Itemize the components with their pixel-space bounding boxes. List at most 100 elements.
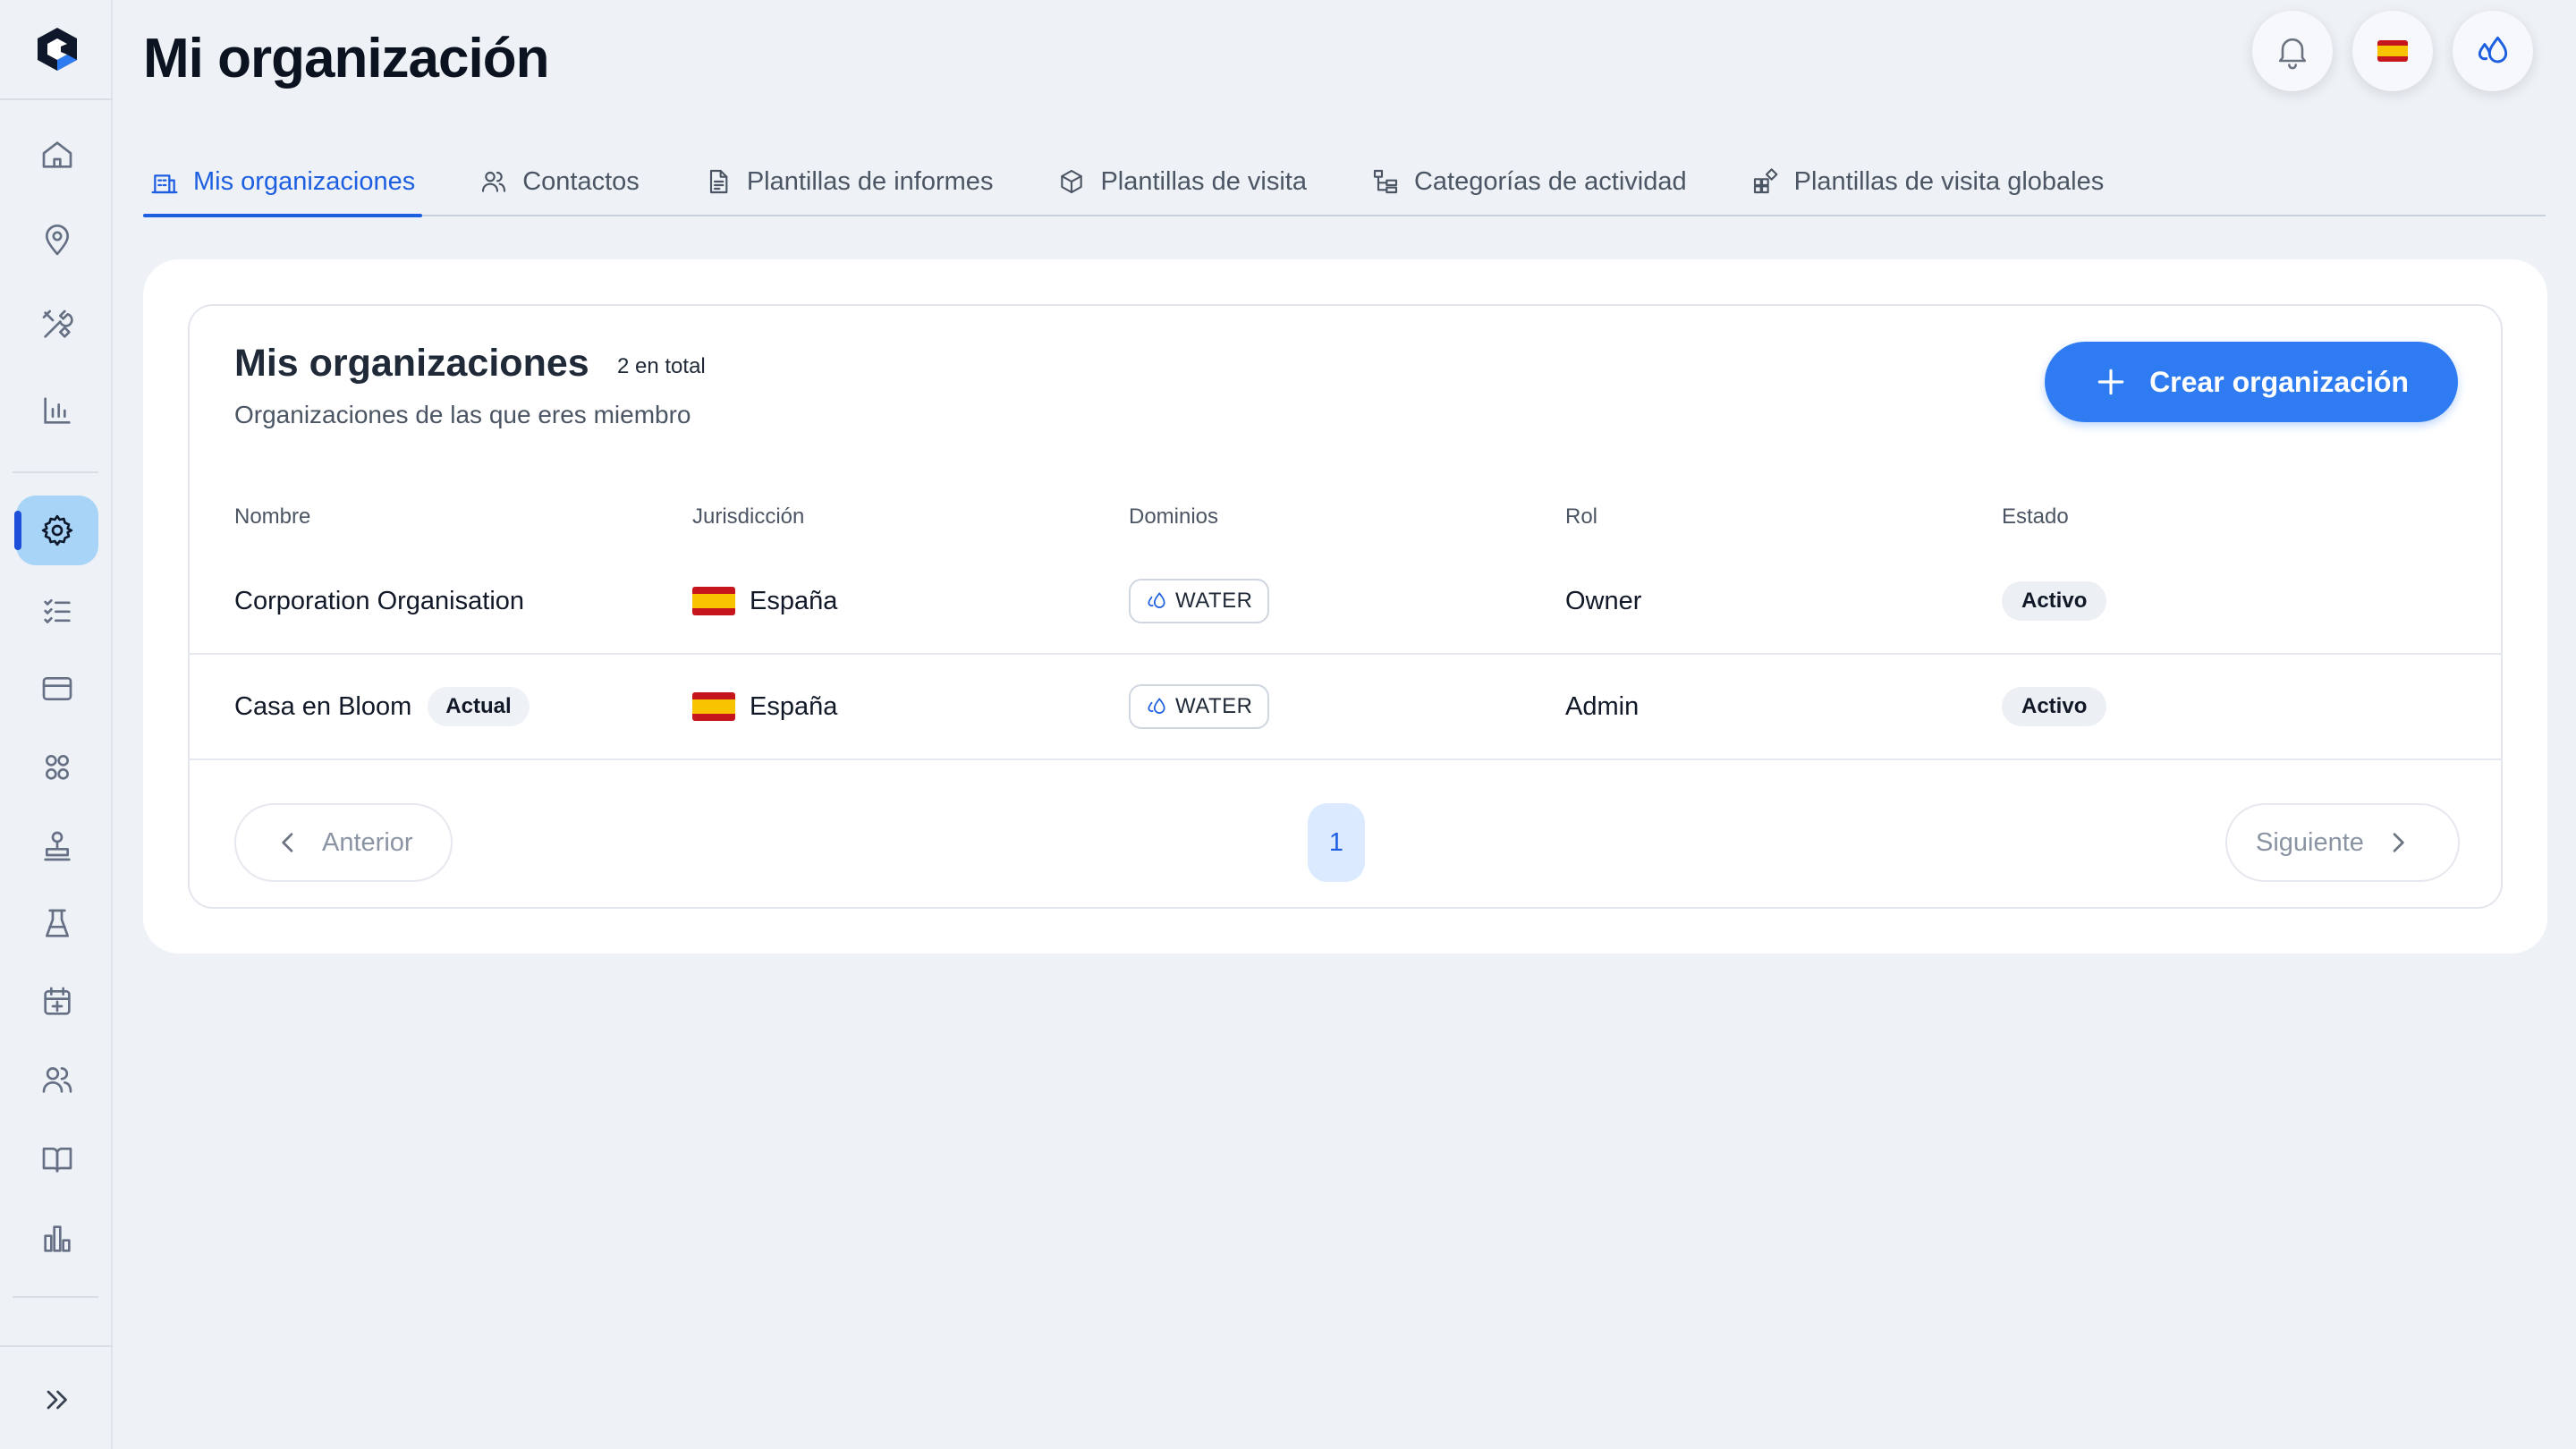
- sidebar-item-home[interactable]: [16, 120, 98, 190]
- sidebar-item-users[interactable]: [16, 1045, 98, 1114]
- column-header-estado: Estado: [2002, 504, 2069, 529]
- jurisdiction-cell: España: [692, 655, 837, 758]
- map-pin-icon: [46, 225, 69, 256]
- status-badge: Activo: [2002, 581, 2107, 621]
- sidebar-item-settings[interactable]: [14, 496, 98, 565]
- previous-page-button[interactable]: Anterior: [234, 803, 453, 882]
- domain-label: WATER: [1175, 589, 1253, 613]
- sidebar-item-groups[interactable]: [16, 732, 98, 801]
- tab-plantillas-de-visita[interactable]: Plantillas de visita: [1050, 148, 1314, 215]
- tab-label: Plantillas de informes: [746, 166, 994, 196]
- sidebar-item-lab[interactable]: [16, 889, 98, 959]
- sidebar-divider: [13, 471, 98, 473]
- domain-cell: WATER: [1129, 655, 1269, 758]
- app-logo[interactable]: [34, 25, 80, 73]
- document-icon: [709, 169, 728, 194]
- building-icon: [151, 174, 178, 194]
- box-icon: [1061, 169, 1083, 194]
- flask-icon: [46, 909, 69, 937]
- domain-chip: WATER: [1129, 579, 1269, 623]
- sidebar-item-reports[interactable]: [16, 1204, 98, 1274]
- users-icon: [42, 1067, 72, 1093]
- notifications-button[interactable]: [2252, 11, 2333, 91]
- bell-icon: [2278, 38, 2307, 70]
- status-badge: Activo: [2002, 687, 2107, 726]
- tab-bar: Mis organizaciones Contactos Plantillas …: [143, 148, 2546, 217]
- page-title: Mi organización: [143, 28, 549, 89]
- organization-name: Corporation Organisation: [234, 586, 525, 615]
- tab-label: Plantillas de visita: [1100, 166, 1307, 196]
- spain-flag-icon: [2377, 40, 2408, 62]
- role-label: Owner: [1565, 586, 1642, 615]
- plus-icon: [2097, 369, 2124, 395]
- status-cell: Activo: [2002, 549, 2107, 653]
- column-header-dominios: Dominios: [1129, 504, 1219, 529]
- domain-cell: WATER: [1129, 549, 1269, 653]
- team-icon: [46, 755, 69, 780]
- spain-flag-icon: [692, 692, 735, 721]
- page-number-button[interactable]: 1: [1308, 803, 1365, 882]
- card-title: Mis organizaciones: [234, 342, 589, 385]
- home-icon: [42, 141, 72, 168]
- domain-chip: WATER: [1129, 684, 1269, 729]
- previous-page-label: Anterior: [322, 827, 413, 857]
- sidebar-item-tools[interactable]: [16, 290, 98, 360]
- domain-label: WATER: [1175, 694, 1253, 718]
- chevron-left-icon: [282, 833, 293, 852]
- create-organization-label: Crear organización: [2149, 365, 2409, 398]
- jurisdiction-name: España: [750, 691, 838, 721]
- card-subtitle: Organizaciones de las que eres miembro: [234, 401, 691, 428]
- chevron-right-icon: [2393, 833, 2404, 852]
- next-page-label: Siguiente: [2256, 827, 2364, 857]
- organizations-card: Mis organizaciones 2 en total Organizaci…: [188, 304, 2503, 909]
- sidebar-item-tasks[interactable]: [16, 576, 98, 646]
- water-drops-icon: [1148, 698, 1165, 714]
- tab-plantillas-de-informes[interactable]: Plantillas de informes: [697, 148, 1001, 215]
- language-button[interactable]: [2352, 11, 2433, 91]
- column-header-jurisdiccion: Jurisdicción: [692, 504, 805, 529]
- jurisdiction-cell: España: [692, 549, 837, 653]
- gear-icon: [41, 514, 73, 547]
- content-panel: Mis organizaciones 2 en total Organizaci…: [143, 259, 2547, 953]
- tab-label: Contactos: [522, 166, 640, 196]
- table-row[interactable]: Corporation Organisation España WATER Ow…: [190, 549, 2501, 655]
- sidebar: [0, 0, 113, 1449]
- role-cell: Admin: [1565, 655, 1639, 758]
- sidebar-item-billing[interactable]: [16, 654, 98, 724]
- status-cell: Activo: [2002, 655, 2107, 758]
- sidebar-divider: [0, 98, 113, 100]
- role-label: Admin: [1565, 691, 1640, 721]
- sidebar-divider: [13, 1296, 98, 1298]
- water-drops-icon: [2478, 36, 2508, 64]
- sidebar-item-docs[interactable]: [16, 1124, 98, 1194]
- sidebar-item-calendar[interactable]: [16, 967, 98, 1037]
- organization-name-cell: Casa en Bloom Actual: [234, 655, 530, 758]
- next-page-button[interactable]: Siguiente: [2225, 803, 2460, 882]
- widgets-icon: [1753, 168, 1778, 194]
- sidebar-expand-button[interactable]: [34, 1381, 79, 1419]
- organization-name: Casa en Bloom: [234, 691, 412, 721]
- spain-flag-icon: [692, 587, 735, 615]
- tab-plantillas-de-visita-globales[interactable]: Plantillas de visita globales: [1744, 148, 2112, 215]
- tab-contactos[interactable]: Contactos: [472, 148, 647, 215]
- checklist-icon: [44, 599, 71, 623]
- sidebar-item-stamp[interactable]: [16, 811, 98, 881]
- contacts-icon: [482, 171, 506, 192]
- book-icon: [42, 1148, 72, 1173]
- water-drops-icon: [1148, 592, 1165, 608]
- domain-switch-button[interactable]: [2453, 11, 2533, 91]
- create-organization-button[interactable]: Crear organización: [2045, 342, 2458, 422]
- bar-chart-icon: [44, 397, 71, 424]
- total-count: 2 en total: [617, 354, 706, 378]
- table-row[interactable]: Casa en Bloom Actual España WATER Admin …: [190, 655, 2501, 760]
- organization-name-cell: Corporation Organisation: [234, 549, 524, 653]
- tools-icon: [42, 309, 73, 338]
- stamp-icon: [44, 831, 71, 861]
- tab-categorias-de-actividad[interactable]: Categorías de actividad: [1364, 148, 1694, 215]
- sidebar-item-analytics[interactable]: [16, 376, 98, 445]
- tab-mis-organizaciones[interactable]: Mis organizaciones: [143, 148, 423, 217]
- hierarchy-icon: [1373, 169, 1398, 194]
- current-organization-badge: Actual: [428, 687, 530, 726]
- tab-label: Categorías de actividad: [1413, 166, 1687, 196]
- sidebar-item-locations[interactable]: [16, 206, 98, 275]
